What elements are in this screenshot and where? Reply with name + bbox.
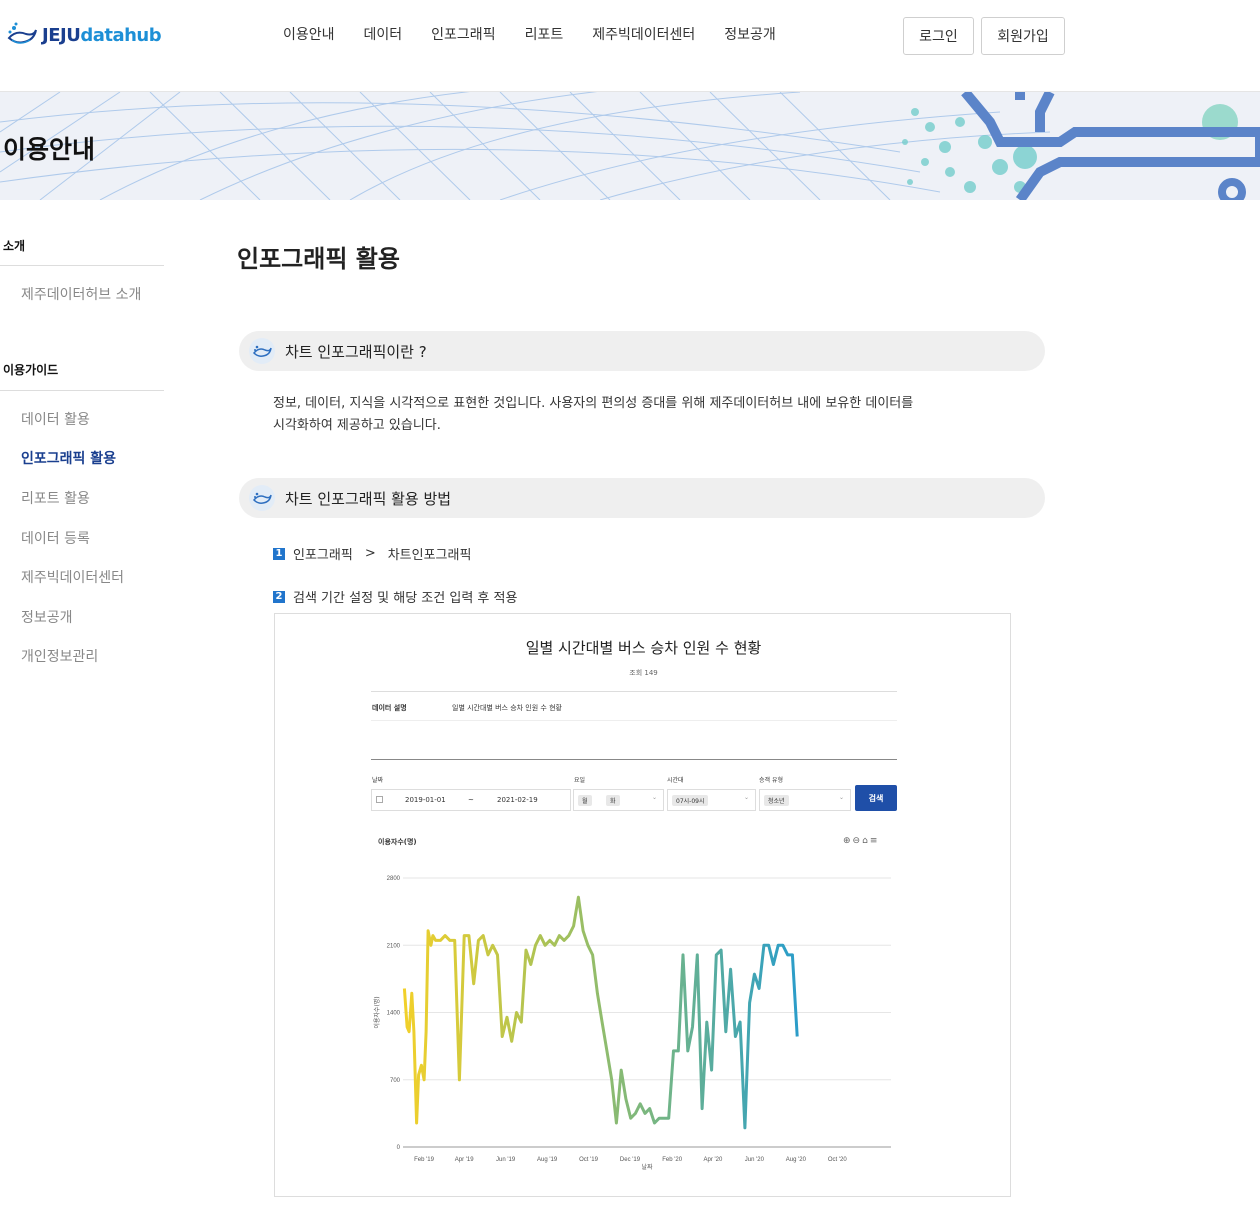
nav-bigdata-center[interactable]: 제주빅데이터센터 bbox=[592, 24, 695, 44]
logo-text: JEJUdatahub bbox=[42, 24, 162, 46]
step-1: 1 인포그래픽 > 차트인포그래픽 bbox=[273, 544, 471, 563]
site-logo[interactable]: JEJUdatahub bbox=[6, 20, 162, 50]
x-axis-label: 날짜 bbox=[641, 1163, 653, 1171]
x-tick-label: Oct '19 bbox=[579, 1157, 598, 1163]
section-title: 차트 인포그래픽 활용 방법 bbox=[285, 489, 452, 508]
shot-date-label: 날짜 bbox=[372, 777, 384, 784]
type-chip: 청소년 bbox=[764, 795, 789, 806]
shot-day-label: 요일 bbox=[574, 777, 586, 784]
description-line: 시각화하여 제공하고 있습니다. bbox=[273, 418, 441, 433]
shot-type-label: 승객 유형 bbox=[759, 777, 783, 784]
line-chart: 0 700 1400 2100 2800 Feb '19 Apr '19 Jun '19 Aug… bbox=[373, 876, 891, 1171]
whale-icon bbox=[249, 338, 275, 364]
x-tick-label: Apr '20 bbox=[704, 1157, 723, 1163]
x-tick-label: Jun '20 bbox=[745, 1157, 765, 1163]
step-number: 1 bbox=[273, 547, 285, 560]
calendar-icon bbox=[376, 796, 383, 803]
shot-date-from: 2019-01-01 bbox=[405, 796, 446, 804]
shot-search-button[interactable]: 검색 bbox=[855, 785, 897, 811]
shot-time-label: 시간대 bbox=[667, 777, 684, 784]
step-2: 2 검색 기간 설정 및 해당 조건 입력 후 적용 bbox=[273, 587, 517, 606]
nav-data[interactable]: 데이터 bbox=[364, 24, 403, 44]
shot-date-range[interactable]: 2019-01-01 ~ 2021-02-19 bbox=[371, 789, 571, 811]
sidebar-item-privacy[interactable]: 개인정보관리 bbox=[21, 646, 98, 666]
login-button[interactable]: 로그인 bbox=[903, 17, 974, 55]
shot-time-select[interactable]: 07시-09시 ⌄ bbox=[667, 789, 756, 811]
shot-divider bbox=[371, 720, 897, 721]
x-tick-label: Oct '20 bbox=[828, 1157, 847, 1163]
step-separator: > bbox=[364, 546, 376, 561]
time-chip: 07시-09시 bbox=[672, 795, 709, 806]
x-tick-label: Dec '19 bbox=[620, 1157, 641, 1163]
shot-desc-label: 데이터 설명 bbox=[372, 704, 407, 712]
chevron-down-icon: ⌄ bbox=[838, 794, 844, 801]
main-nav: 이용안내 데이터 인포그래픽 리포트 제주빅데이터센터 정보공개 bbox=[283, 24, 805, 44]
nav-infographic[interactable]: 인포그래픽 bbox=[431, 24, 495, 44]
nav-report[interactable]: 리포트 bbox=[525, 24, 564, 44]
sidebar-head-guide: 이용가이드 bbox=[3, 363, 59, 377]
chevron-down-icon: ⌄ bbox=[743, 794, 749, 801]
step-text: 검색 기간 설정 및 해당 조건 입력 후 적용 bbox=[293, 591, 518, 606]
sidebar-item-data-register[interactable]: 데이터 등록 bbox=[21, 528, 90, 548]
shot-day-select[interactable]: 월 화 ⌄ bbox=[573, 789, 664, 811]
sidebar-item-bigdata-center[interactable]: 제주빅데이터센터 bbox=[21, 567, 124, 587]
nav-disclosure[interactable]: 정보공개 bbox=[724, 24, 776, 44]
y-axis-label: 이용자수(명) bbox=[373, 996, 381, 1028]
section-title: 차트 인포그래픽이란 ? bbox=[285, 342, 427, 361]
nav-guide[interactable]: 이용안내 bbox=[283, 24, 335, 44]
x-tick-label: Apr '19 bbox=[455, 1157, 474, 1163]
shot-title: 일별 시간대별 버스 승차 인원 수 현황 bbox=[525, 639, 762, 657]
shot-type-select[interactable]: 청소년 ⌄ bbox=[759, 789, 851, 811]
section-header-what: 차트 인포그래픽이란 ? bbox=[239, 331, 1045, 371]
shot-date-to: 2021-02-19 bbox=[497, 796, 538, 804]
x-tick-label: Feb '20 bbox=[662, 1157, 682, 1163]
sidebar-item-disclosure[interactable]: 정보공개 bbox=[21, 607, 73, 627]
y-tick-label: 0 bbox=[397, 1145, 401, 1151]
example-screenshot: 일별 시간대별 버스 승차 인원 수 현황 조회 149 데이터 설명 일별 시… bbox=[274, 613, 1011, 1197]
sidebar-item-hub-intro[interactable]: 제주데이터허브 소개 bbox=[21, 284, 141, 304]
shot-divider bbox=[371, 691, 897, 692]
x-tick-label: Aug '20 bbox=[786, 1157, 807, 1163]
sidebar-item-report-use[interactable]: 리포트 활용 bbox=[21, 488, 90, 508]
y-tick-label: 1400 bbox=[387, 1011, 401, 1017]
step-number: 2 bbox=[273, 590, 285, 603]
y-tick-label: 2100 bbox=[387, 943, 401, 949]
shot-views: 조회 149 bbox=[629, 669, 658, 677]
sidebar-head-intro: 소개 bbox=[3, 239, 26, 253]
step-path-a: 인포그래픽 bbox=[293, 548, 353, 563]
x-tick-label: Jun '19 bbox=[496, 1157, 516, 1163]
logo-data: datahub bbox=[80, 24, 162, 46]
shot-divider bbox=[371, 759, 897, 760]
shot-desc-value: 일별 시간대별 버스 승차 인원 수 현황 bbox=[452, 704, 562, 712]
day-chip: 화 bbox=[606, 795, 620, 806]
description-line: 정보, 데이터, 지식을 시각적으로 표현한 것입니다. 사용자의 편의성 증대… bbox=[273, 396, 914, 411]
signup-button[interactable]: 회원가입 bbox=[981, 17, 1065, 55]
whale-icon bbox=[249, 485, 275, 511]
day-chip: 월 bbox=[578, 795, 592, 806]
sidebar-item-infographic-use[interactable]: 인포그래픽 활용 bbox=[21, 448, 116, 468]
site-header: JEJUdatahub 이용안내 데이터 인포그래픽 리포트 제주빅데이터센터 … bbox=[0, 0, 1260, 92]
sidebar-divider bbox=[0, 390, 164, 391]
chevron-down-icon: ⌄ bbox=[651, 794, 657, 801]
banner-title: 이용안내 bbox=[3, 135, 96, 164]
shot-date-sep: ~ bbox=[468, 796, 474, 804]
step-path-b: 차트인포그래픽 bbox=[387, 548, 472, 563]
section-header-how: 차트 인포그래픽 활용 방법 bbox=[239, 478, 1045, 518]
sidebar-item-data-use[interactable]: 데이터 활용 bbox=[21, 409, 90, 429]
sidebar-divider bbox=[0, 265, 164, 266]
logo-jeju: JEJU bbox=[42, 24, 81, 46]
page-banner: 이용안내 bbox=[0, 92, 1260, 200]
description: 정보, 데이터, 지식을 시각적으로 표현한 것입니다. 사용자의 편의성 증대… bbox=[273, 393, 1013, 437]
y-tick-label: 700 bbox=[390, 1078, 401, 1084]
page-title: 인포그래픽 활용 bbox=[237, 245, 400, 273]
x-tick-label: Feb '19 bbox=[414, 1157, 434, 1163]
x-tick-label: Aug '19 bbox=[537, 1157, 558, 1163]
whale-logo-icon bbox=[7, 22, 37, 44]
y-tick-label: 2800 bbox=[387, 876, 401, 882]
banner-pattern bbox=[0, 92, 1260, 200]
